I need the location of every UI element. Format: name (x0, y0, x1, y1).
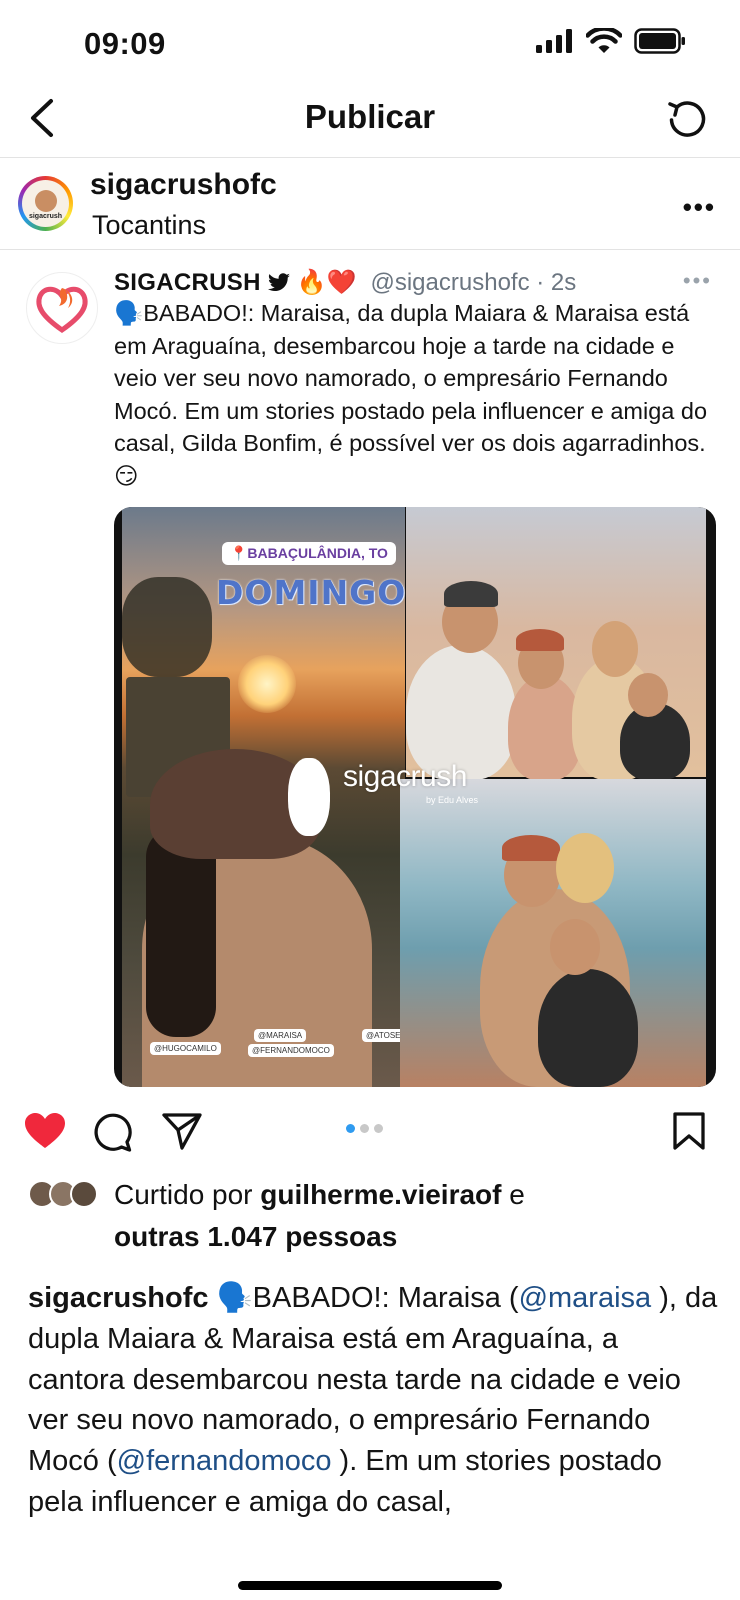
avatar-image: sigacrush (22, 180, 69, 227)
mention-fernandomoco[interactable]: @fernandomoco (117, 1445, 332, 1477)
likes-middle: e (501, 1179, 525, 1210)
tweet-photo: 📍BABAÇULÂNDIA, TO DOMINGO @HUGOCAMILO @M… (114, 507, 716, 1087)
mention-maraisa[interactable]: @maraisa (519, 1282, 652, 1314)
status-bar: 09:09 (0, 0, 740, 88)
woman-middle-cap (516, 629, 564, 651)
status-icons (536, 28, 686, 54)
avatar-face (34, 189, 57, 212)
tree-silhouette (122, 577, 212, 677)
heart-icon (25, 1113, 65, 1148)
mention-tag-hugocamilo: @HUGOCAMILO (150, 1042, 221, 1055)
blonde-head-bottom (556, 833, 614, 903)
tweet-header: SIGACRUSH 🔥❤️ @sigacrushofc · 2s (114, 268, 576, 297)
location-sticker: 📍BABAÇULÂNDIA, TO (222, 542, 396, 565)
save-button[interactable] (672, 1112, 706, 1150)
liker-avatars[interactable] (28, 1180, 98, 1208)
bookmark-icon (673, 1112, 705, 1150)
like-button[interactable] (24, 1112, 66, 1150)
battery-icon (634, 28, 685, 54)
carousel-dot-2 (360, 1124, 369, 1133)
carousel-indicator (346, 1124, 383, 1133)
tweet-more-icon: ••• (682, 268, 712, 293)
sunset-sun (238, 655, 296, 713)
blonde-head (592, 621, 638, 677)
mention-tag-fernandomoco: @FERNANDOMOCO (248, 1044, 334, 1057)
author-avatar[interactable]: sigacrush (18, 176, 73, 231)
tweet-handle: @sigacrushofc · 2s (370, 268, 577, 296)
status-time: 09:09 (84, 26, 166, 61)
watermark: sigacrush (343, 760, 467, 793)
woman-cap-bottom (502, 835, 560, 861)
blurred-redaction (288, 758, 330, 836)
man-cap (444, 581, 498, 607)
watermark-sub: by Edu Alves (426, 795, 479, 805)
top-nav: Publicar (0, 88, 740, 158)
more-icon[interactable]: ••• (683, 192, 716, 223)
group-photo-bottom (400, 779, 706, 1087)
refresh-button[interactable] (664, 96, 710, 142)
likes-user[interactable]: guilherme.vieiraof (260, 1179, 501, 1210)
group-photo-top (406, 507, 706, 780)
liker-avatar (70, 1180, 98, 1208)
carousel-dot-1 (346, 1124, 355, 1133)
share-button[interactable] (162, 1112, 202, 1150)
comment-icon (94, 1113, 132, 1152)
tweet-avatar (26, 272, 98, 344)
likes-prefix: Curtido por (114, 1179, 261, 1210)
wifi-icon (586, 28, 622, 53)
signal-icon (536, 29, 572, 53)
author-location[interactable]: Tocantins (92, 210, 206, 241)
boy-bottom (538, 969, 638, 1087)
sunset-story-photo: 📍BABAÇULÂNDIA, TO DOMINGO @HUGOCAMILO @M… (122, 507, 411, 1087)
post-author-row: sigacrush sigacrushofc Tocantins ••• (0, 158, 740, 250)
likes-text[interactable]: Curtido por guilherme.vieiraof e outras … (114, 1174, 714, 1258)
heart-flame-logo-icon (36, 286, 88, 334)
caption-part-1: 🗣️BABADO!: Maraisa ( (208, 1282, 519, 1314)
tweet-name-emojis: 🔥❤️ (296, 269, 357, 296)
carousel-dot-3 (374, 1124, 383, 1133)
tweet-text: 🗣️BABADO!: Maraisa, da dupla Maiara & Ma… (114, 300, 708, 489)
likes-others[interactable]: outras 1.047 pessoas (114, 1221, 397, 1252)
boy-head (628, 673, 668, 717)
post-caption: sigacrushofc 🗣️BABADO!: Maraisa (@marais… (28, 1278, 718, 1523)
caption-username[interactable]: sigacrushofc (28, 1282, 209, 1314)
mention-tag-maraisa: @MARAISA (254, 1029, 307, 1042)
tweet-display-name: SIGACRUSH (114, 268, 261, 296)
post-actions (0, 1100, 740, 1162)
home-indicator[interactable] (238, 1581, 502, 1590)
woman-middle (508, 675, 582, 780)
post-media-tweet: SIGACRUSH 🔥❤️ @sigacrushofc · 2s ••• 🗣️B… (0, 250, 740, 1100)
likes-row: Curtido por guilherme.vieiraof e outras … (0, 1170, 740, 1270)
share-icon (162, 1113, 202, 1150)
refresh-icon (668, 101, 706, 137)
boy-bottom-head (550, 919, 600, 975)
author-username[interactable]: sigacrushofc (90, 168, 277, 202)
day-sticker: DOMINGO (216, 573, 407, 612)
comment-button[interactable] (92, 1112, 132, 1152)
twitter-bird-icon (267, 272, 290, 291)
avatar-label: sigacrush (28, 212, 63, 220)
page-title: Publicar (304, 98, 436, 135)
